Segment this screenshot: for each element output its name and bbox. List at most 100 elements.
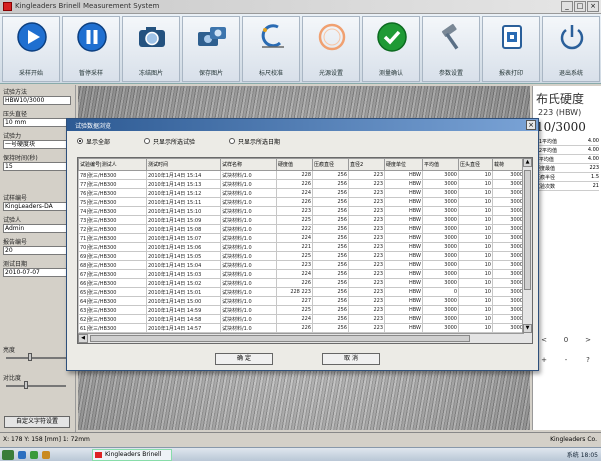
sample-field[interactable]: KingLeaders-DA — [3, 202, 71, 211]
column-header[interactable]: 压痕直径 — [312, 158, 349, 171]
ok-button[interactable]: 确 定 — [215, 353, 273, 365]
column-header[interactable]: 载荷 — [492, 158, 525, 171]
table-row[interactable]: 68|张三/HB300 2010年1月14日 15:04 试块材料/1.0 223 25… — [78, 260, 525, 270]
method-select[interactable]: HBW10/3000 — [3, 96, 71, 105]
table-row[interactable]: 65|张三/HB300 2010年1月14日 15:01 试块材料/1.0 228 2… — [78, 287, 525, 297]
indenter-field[interactable]: 10 mm — [3, 118, 71, 127]
zoom-out-button[interactable]: - — [559, 356, 573, 366]
vertical-scrollbar[interactable]: ▲ ▼ — [522, 158, 532, 343]
custom-char-button[interactable]: 自定义字符设置 — [4, 416, 70, 428]
table-row[interactable]: 71|张三/HB300 2010年1月14日 15:07 试块材料/1.0 224 25… — [78, 233, 525, 243]
result-row: 试验次数 21 — [535, 183, 599, 191]
freeze-image-button[interactable]: 冻结图片 — [122, 16, 180, 82]
column-header[interactable]: 测试时间 — [146, 158, 221, 171]
save-image-button[interactable]: 保存图片 — [182, 16, 240, 82]
column-header[interactable]: 直径2 — [348, 158, 385, 171]
dwell-label: 保持时间(秒) — [3, 155, 38, 162]
prev-button[interactable]: < — [537, 336, 551, 346]
force-field[interactable]: 一号硬度块 — [3, 140, 71, 149]
scroll-left-icon[interactable]: ◀ — [78, 334, 88, 343]
brightness-label: 亮度 — [3, 347, 16, 354]
quicklaunch-icon[interactable] — [30, 451, 38, 459]
table-row[interactable]: 66|张三/HB300 2010年1月14日 15:02 试块材料/1.0 226 25… — [78, 278, 525, 288]
table-cell: 68|张三/HB300 — [78, 260, 147, 270]
table-row[interactable]: 67|张三/HB300 2010年1月14日 15:03 试块材料/1.0 224 25… — [78, 269, 525, 279]
scroll-down-icon[interactable]: ▼ — [523, 324, 532, 333]
table-cell: 2010年1月14日 15:01 — [146, 287, 221, 297]
contrast-slider[interactable] — [6, 385, 66, 387]
taskbar-app-item[interactable]: Kingleaders Brinell — [92, 449, 172, 461]
table-cell: 77|张三/HB300 — [78, 179, 147, 189]
start-sampling-button[interactable]: 采样开始 — [2, 16, 60, 82]
table-row[interactable]: 64|张三/HB300 2010年1月14日 15:00 试块材料/1.0 227 25… — [78, 296, 525, 306]
start-button[interactable] — [2, 450, 14, 460]
table-row[interactable]: 77|张三/HB300 2010年1月14日 15:13 试块材料/1.0 226 25… — [78, 179, 525, 189]
table-cell: 67|张三/HB300 — [78, 269, 147, 279]
table-row[interactable]: 63|张三/HB300 2010年1月14日 14:59 试块材料/1.0 225 25… — [78, 305, 525, 315]
table-cell: 256 — [312, 251, 349, 261]
table-row[interactable]: 78|张三/HB300 2010年1月14日 15:14 试块材料/1.0 228 25… — [78, 170, 525, 180]
table-row[interactable]: 62|张三/HB300 2010年1月14日 14:58 试块材料/1.0 224 25… — [78, 314, 525, 324]
status-company: Kingleaders Co. — [550, 436, 597, 443]
light-setting-button[interactable]: 光源设置 — [302, 16, 360, 82]
table-cell: 10 — [458, 188, 493, 198]
dwell-field[interactable]: 15 — [3, 162, 71, 171]
table-cell: 10 — [458, 233, 493, 243]
next-button[interactable]: > — [581, 336, 595, 346]
table-row[interactable]: 61|张三/HB300 2010年1月14日 14:57 试块材料/1.0 226 25… — [78, 323, 525, 333]
dialog-close-icon[interactable]: × — [526, 120, 536, 130]
result-scale: 10/3000 — [536, 120, 586, 134]
folder-icon[interactable] — [42, 451, 50, 459]
column-header[interactable]: 平均值 — [422, 158, 459, 171]
table-row[interactable]: 75|张三/HB300 2010年1月14日 15:11 试块材料/1.0 226 25… — [78, 197, 525, 207]
table-row[interactable]: 69|张三/HB300 2010年1月14日 15:05 试块材料/1.0 225 25… — [78, 251, 525, 261]
table-row[interactable]: 72|张三/HB300 2010年1月14日 15:08 试块材料/1.0 222 25… — [78, 224, 525, 234]
horizontal-scrollbar[interactable]: ◀ — [78, 333, 524, 343]
column-header[interactable]: 硬度单位 — [384, 158, 423, 171]
table-row[interactable]: 74|张三/HB300 2010年1月14日 15:10 试块材料/1.0 223 25… — [78, 206, 525, 216]
operator-field[interactable]: Admin — [3, 224, 71, 233]
cancel-button[interactable]: 取 消 — [322, 353, 380, 365]
brightness-slider[interactable] — [6, 357, 66, 359]
exit-system-button[interactable]: 退出系统 — [542, 16, 600, 82]
data-grid[interactable]: 试验编号|测试人 测试时间 试样名称 硬度值 压痕直径 直径2 硬度单位 平均值 压头直径 载荷 … — [77, 157, 533, 344]
hscroll-thumb[interactable] — [90, 335, 470, 342]
brightness-thumb[interactable] — [28, 353, 32, 361]
report-no-field[interactable]: 20 — [3, 246, 71, 255]
radio-show-selected-date[interactable]: 只显示所选日期 — [229, 136, 280, 146]
close-button[interactable]: × — [587, 1, 599, 12]
result-row: 硬度最值 223 — [535, 165, 599, 173]
date-field[interactable]: 2010-07-07 — [3, 268, 71, 277]
ie-icon[interactable] — [18, 451, 26, 459]
table-cell: 3000 — [492, 224, 525, 234]
zero-button[interactable]: 0 — [559, 336, 573, 346]
table-cell: 2010年1月14日 15:11 — [146, 197, 221, 207]
maximize-button[interactable]: □ — [574, 1, 586, 12]
scroll-thumb[interactable] — [524, 170, 531, 290]
column-header[interactable]: 试样名称 — [220, 158, 277, 171]
contrast-thumb[interactable] — [24, 381, 28, 389]
column-header[interactable]: 压头直径 — [458, 158, 493, 171]
minimize-button[interactable]: _ — [561, 1, 573, 12]
table-row[interactable]: 76|张三/HB300 2010年1月14日 15:12 试块材料/1.0 224 25… — [78, 188, 525, 198]
radio-show-selected-test[interactable]: 只显示所选试验 — [144, 136, 195, 146]
print-report-button[interactable]: 报表打印 — [482, 16, 540, 82]
pause-sampling-button[interactable]: 暂停采样 — [62, 16, 120, 82]
column-header[interactable]: 试验编号|测试人 — [78, 158, 147, 171]
calibrate-button[interactable]: 标尺校准 — [242, 16, 300, 82]
table-cell: 试块材料/1.0 — [220, 170, 277, 180]
confirm-measure-button[interactable]: 测量确认 — [362, 16, 420, 82]
zoom-in-button[interactable]: + — [537, 356, 551, 366]
column-header[interactable]: 硬度值 — [276, 158, 313, 171]
table-row[interactable]: 70|张三/HB300 2010年1月14日 15:06 试块材料/1.0 221 25… — [78, 242, 525, 252]
table-cell: 224 — [276, 314, 313, 324]
radio-show-all[interactable]: 显示全部 — [77, 136, 110, 146]
camera-icon — [139, 27, 165, 47]
table-row[interactable]: 73|张三/HB300 2010年1月14日 15:09 试块材料/1.0 225 25… — [78, 215, 525, 225]
scroll-up-icon[interactable]: ▲ — [523, 158, 532, 167]
table-cell: 10 — [458, 296, 493, 306]
parameter-settings-button[interactable]: 参数设置 — [422, 16, 480, 82]
table-cell: 223 — [348, 251, 385, 261]
help-button[interactable]: ? — [581, 356, 595, 366]
toolbar-label: 冻结图片 — [138, 70, 163, 77]
